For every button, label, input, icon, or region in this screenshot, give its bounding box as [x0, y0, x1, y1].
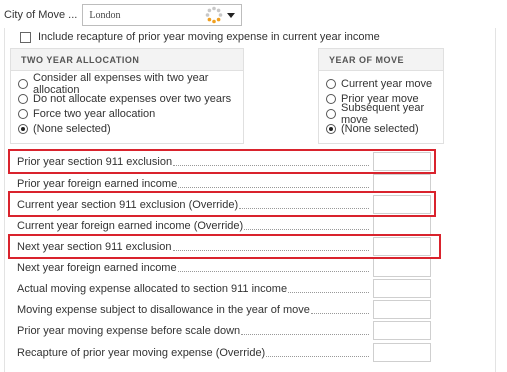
city-of-move-value: London: [89, 9, 121, 21]
loading-spinner-icon: [206, 6, 223, 24]
radio-option-none-selected[interactable]: (None selected): [18, 121, 243, 136]
radio-option-current-year[interactable]: Current year move: [326, 76, 443, 91]
radio-label: Do not allocate expenses over two years: [33, 92, 232, 105]
dotted-leader: [177, 263, 369, 272]
dotted-leader: [178, 179, 369, 188]
highlight-box-prior-year-911: [8, 149, 436, 174]
city-of-move-row: City of Move ... London: [4, 2, 243, 28]
radio-option-consider-all[interactable]: Consider all expenses with two year allo…: [18, 72, 243, 96]
radio-option-force-two-year[interactable]: Force two year allocation: [18, 106, 243, 121]
field-label: Recapture of prior year moving expense (…: [17, 346, 266, 359]
radio-button[interactable]: [18, 93, 28, 104]
radio-button[interactable]: [18, 108, 28, 119]
city-of-move-label: City of Move ...: [4, 9, 78, 21]
field-label: Next year foreign earned income: [17, 261, 177, 274]
dotted-leader: [310, 305, 369, 314]
radio-option-do-not-allocate[interactable]: Do not allocate expenses over two years: [18, 91, 243, 106]
field-label: Actual moving expense allocated to secti…: [17, 282, 288, 295]
city-of-move-dropdown[interactable]: London: [82, 4, 243, 26]
moving-expense-disallowance-input[interactable]: [373, 300, 431, 319]
field-row-next-year-foreign-income: Next year foreign earned income: [17, 257, 431, 278]
highlight-box-current-year-911: [8, 191, 436, 217]
chevron-down-icon[interactable]: [227, 12, 236, 18]
actual-moving-expense-input[interactable]: [373, 279, 431, 298]
recapture-override-input[interactable]: [373, 343, 431, 362]
radio-option-subsequent-year[interactable]: Subsequent year move: [326, 102, 443, 126]
two-year-allocation-group: TWO YEAR ALLOCATION Consider all expense…: [10, 48, 244, 144]
field-label: Current year foreign earned income (Over…: [17, 219, 244, 232]
radio-label: Current year move: [341, 77, 433, 90]
current-year-foreign-income-input[interactable]: [373, 216, 431, 235]
dotted-leader: [266, 348, 369, 357]
field-row-recapture-override: Recapture of prior year moving expense (…: [17, 342, 431, 363]
dotted-leader: [241, 326, 369, 335]
year-of-move-group: YEAR OF MOVE Current year move Prior yea…: [318, 48, 444, 144]
radio-label: (None selected): [33, 122, 111, 135]
field-label: Prior year moving expense before scale d…: [17, 324, 241, 337]
radio-label: Force two year allocation: [33, 107, 156, 120]
field-row-actual-moving-expense: Actual moving expense allocated to secti…: [17, 278, 431, 299]
highlight-box-next-year-911: [8, 234, 441, 259]
dotted-leader: [244, 221, 369, 230]
radio-button[interactable]: [326, 108, 336, 119]
dotted-leader: [288, 284, 369, 293]
next-year-foreign-income-input[interactable]: [373, 258, 431, 277]
year-of-move-title: YEAR OF MOVE: [319, 49, 443, 71]
recapture-checkbox[interactable]: [20, 31, 31, 43]
field-label: Prior year foreign earned income: [17, 177, 178, 190]
prior-year-moving-expense-input[interactable]: [373, 321, 431, 340]
radio-button-selected[interactable]: [18, 123, 28, 134]
radio-button-selected[interactable]: [326, 123, 336, 134]
field-row-moving-expense-disallowance: Moving expense subject to disallowance i…: [17, 299, 431, 320]
field-label: Moving expense subject to disallowance i…: [17, 303, 310, 316]
field-row-prior-year-moving-expense: Prior year moving expense before scale d…: [17, 320, 431, 341]
radio-button[interactable]: [326, 78, 336, 89]
radio-button[interactable]: [326, 93, 336, 104]
recapture-checkbox-row[interactable]: Include recapture of prior year moving e…: [20, 31, 380, 43]
radio-label: (None selected): [341, 122, 419, 135]
radio-button[interactable]: [18, 78, 28, 89]
two-year-allocation-title: TWO YEAR ALLOCATION: [11, 49, 243, 71]
field-row-current-year-foreign-income: Current year foreign earned income (Over…: [17, 215, 431, 236]
recapture-checkbox-label: Include recapture of prior year moving e…: [38, 31, 380, 43]
